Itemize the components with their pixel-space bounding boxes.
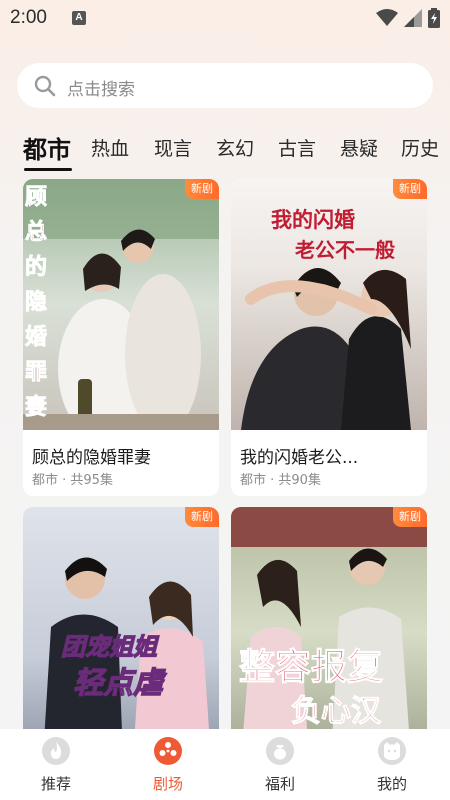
new-badge: 新剧	[393, 179, 427, 199]
svg-text:的: 的	[25, 254, 47, 280]
svg-text:顾: 顾	[25, 185, 47, 210]
tab-xianyan[interactable]: 现言	[154, 134, 192, 161]
svg-text:我的闪婚: 我的闪婚	[271, 207, 355, 232]
category-tabs: 都市 热血 现言 玄幻 古言 悬疑 历史	[0, 128, 450, 172]
status-time: 2:00	[10, 7, 47, 28]
nav-mine[interactable]: 我的	[336, 729, 448, 800]
tab-xuanyi[interactable]: 悬疑	[340, 134, 378, 161]
svg-text:负心汉: 负心汉	[291, 694, 382, 729]
bottom-nav: 推荐 剧场 福利 我的	[0, 729, 450, 800]
profile-icon	[378, 737, 406, 765]
tab-xuanhuan[interactable]: 玄幻	[216, 134, 254, 161]
nav-theater[interactable]: 剧场	[112, 729, 224, 800]
drama-meta: 都市 · 共90集	[240, 473, 321, 488]
poster-title-art: 整容报复 负心汉	[239, 646, 384, 730]
tab-dushi[interactable]: 都市	[23, 130, 71, 165]
svg-text:隐: 隐	[25, 290, 47, 315]
film-reel-icon	[154, 737, 182, 765]
nav-welfare[interactable]: 福利	[224, 729, 336, 800]
gift-bag-icon	[266, 737, 294, 765]
svg-text:轻点虐: 轻点虐	[73, 666, 167, 701]
svg-text:老公不一般: 老公不一般	[295, 238, 395, 262]
drama-title: 我的闪婚老公...	[240, 448, 359, 468]
drama-card[interactable]: 整容报复 负心汉 新剧	[231, 507, 427, 747]
drama-poster[interactable]: 团宠姐姐 轻点虐 新剧	[23, 507, 219, 747]
tab-rexue[interactable]: 热血	[91, 134, 129, 161]
nav-label: 福利	[264, 775, 295, 793]
drama-poster[interactable]: 整容报复 负心汉 新剧	[231, 507, 427, 747]
new-badge: 新剧	[185, 179, 219, 199]
svg-text:总: 总	[25, 219, 47, 245]
battery-icon	[428, 8, 440, 28]
signal-icon	[404, 9, 422, 27]
tab-lishi[interactable]: 历史	[401, 134, 439, 161]
nav-label: 我的	[376, 775, 407, 793]
poster-title-art: 团宠姐姐 轻点虐	[60, 631, 167, 701]
svg-text:团宠姐姐: 团宠姐姐	[61, 632, 160, 661]
svg-text:妻: 妻	[25, 394, 47, 420]
svg-text:罪: 罪	[25, 360, 47, 385]
drama-card[interactable]: 顾 总 的 隐 婚 罪 妻 新剧 顾总的隐婚罪妻 都市 · 共95集	[23, 179, 219, 496]
notification-icon: A	[72, 11, 86, 25]
drama-card[interactable]: 团宠姐姐 轻点虐 新剧	[23, 507, 219, 747]
new-badge: 新剧	[185, 507, 219, 527]
drama-poster[interactable]: 顾 总 的 隐 婚 罪 妻 新剧	[23, 179, 219, 430]
status-bar: 2:00 A	[0, 0, 450, 36]
search-placeholder: 点击搜索	[67, 80, 135, 100]
drama-title: 顾总的隐婚罪妻	[32, 448, 151, 468]
svg-text:整容报复: 整容报复	[239, 646, 383, 688]
search-icon	[34, 75, 56, 97]
svg-text:婚: 婚	[25, 324, 47, 350]
active-tab-indicator	[24, 168, 72, 171]
nav-recommend[interactable]: 推荐	[0, 729, 112, 800]
wifi-icon	[376, 9, 398, 26]
new-badge: 新剧	[393, 507, 427, 527]
drama-meta: 都市 · 共95集	[32, 473, 113, 488]
tab-guyan[interactable]: 古言	[278, 134, 316, 161]
nav-label: 剧场	[152, 775, 183, 793]
nav-label: 推荐	[40, 775, 71, 793]
poster-title-art: 顾 总 的 隐 婚 罪 妻	[25, 185, 48, 421]
drama-card[interactable]: 我的闪婚 老公不一般 新剧 我的闪婚老公... 都市 · 共90集	[231, 179, 427, 496]
flame-icon	[42, 737, 70, 765]
status-icons	[376, 6, 440, 30]
drama-poster[interactable]: 我的闪婚 老公不一般 新剧	[231, 179, 427, 430]
search-input[interactable]: 点击搜索	[17, 63, 433, 108]
